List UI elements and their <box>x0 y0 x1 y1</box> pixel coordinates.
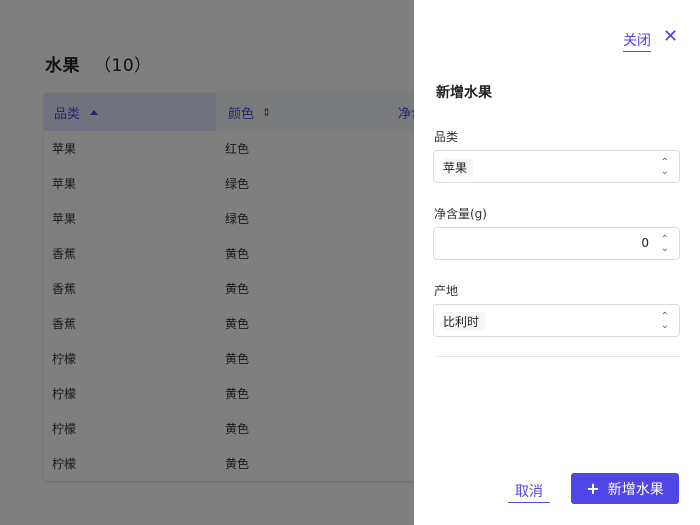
category-select[interactable]: 苹果 ⌃ ⌄ <box>433 150 680 183</box>
select-chevron-icon: ⌃ ⌄ <box>660 311 669 331</box>
weight-value: 0 <box>641 236 649 250</box>
add-fruit-button[interactable]: + 新增水果 <box>571 473 679 504</box>
origin-select[interactable]: 比利时 ⌃ ⌄ <box>433 304 680 337</box>
origin-label: 产地 <box>434 284 459 298</box>
divider <box>434 356 680 357</box>
origin-value: 比利时 <box>442 312 486 331</box>
cancel-button[interactable]: 取消 <box>508 481 550 503</box>
select-chevron-icon: ⌃ ⌄ <box>660 157 669 177</box>
close-icon[interactable]: ✕ <box>663 26 678 47</box>
weight-number-input[interactable]: 0 ⌃ ⌄ <box>433 227 680 260</box>
category-label: 品类 <box>434 130 459 144</box>
drawer-title: 新增水果 <box>436 85 492 101</box>
close-link[interactable]: 关闭 <box>623 30 651 52</box>
add-fruit-drawer: 关闭 ✕ 新增水果 品类 苹果 ⌃ ⌄ 净含量(g) 0 ⌃ ⌄ 产地 比利时 ⌃ ⌄… <box>414 0 700 525</box>
category-value: 苹果 <box>442 158 474 177</box>
weight-label: 净含量(g) <box>434 207 487 221</box>
plus-icon: + <box>586 479 600 498</box>
add-fruit-button-label: 新增水果 <box>607 481 664 498</box>
stepper-icon[interactable]: ⌃ ⌄ <box>661 235 669 254</box>
